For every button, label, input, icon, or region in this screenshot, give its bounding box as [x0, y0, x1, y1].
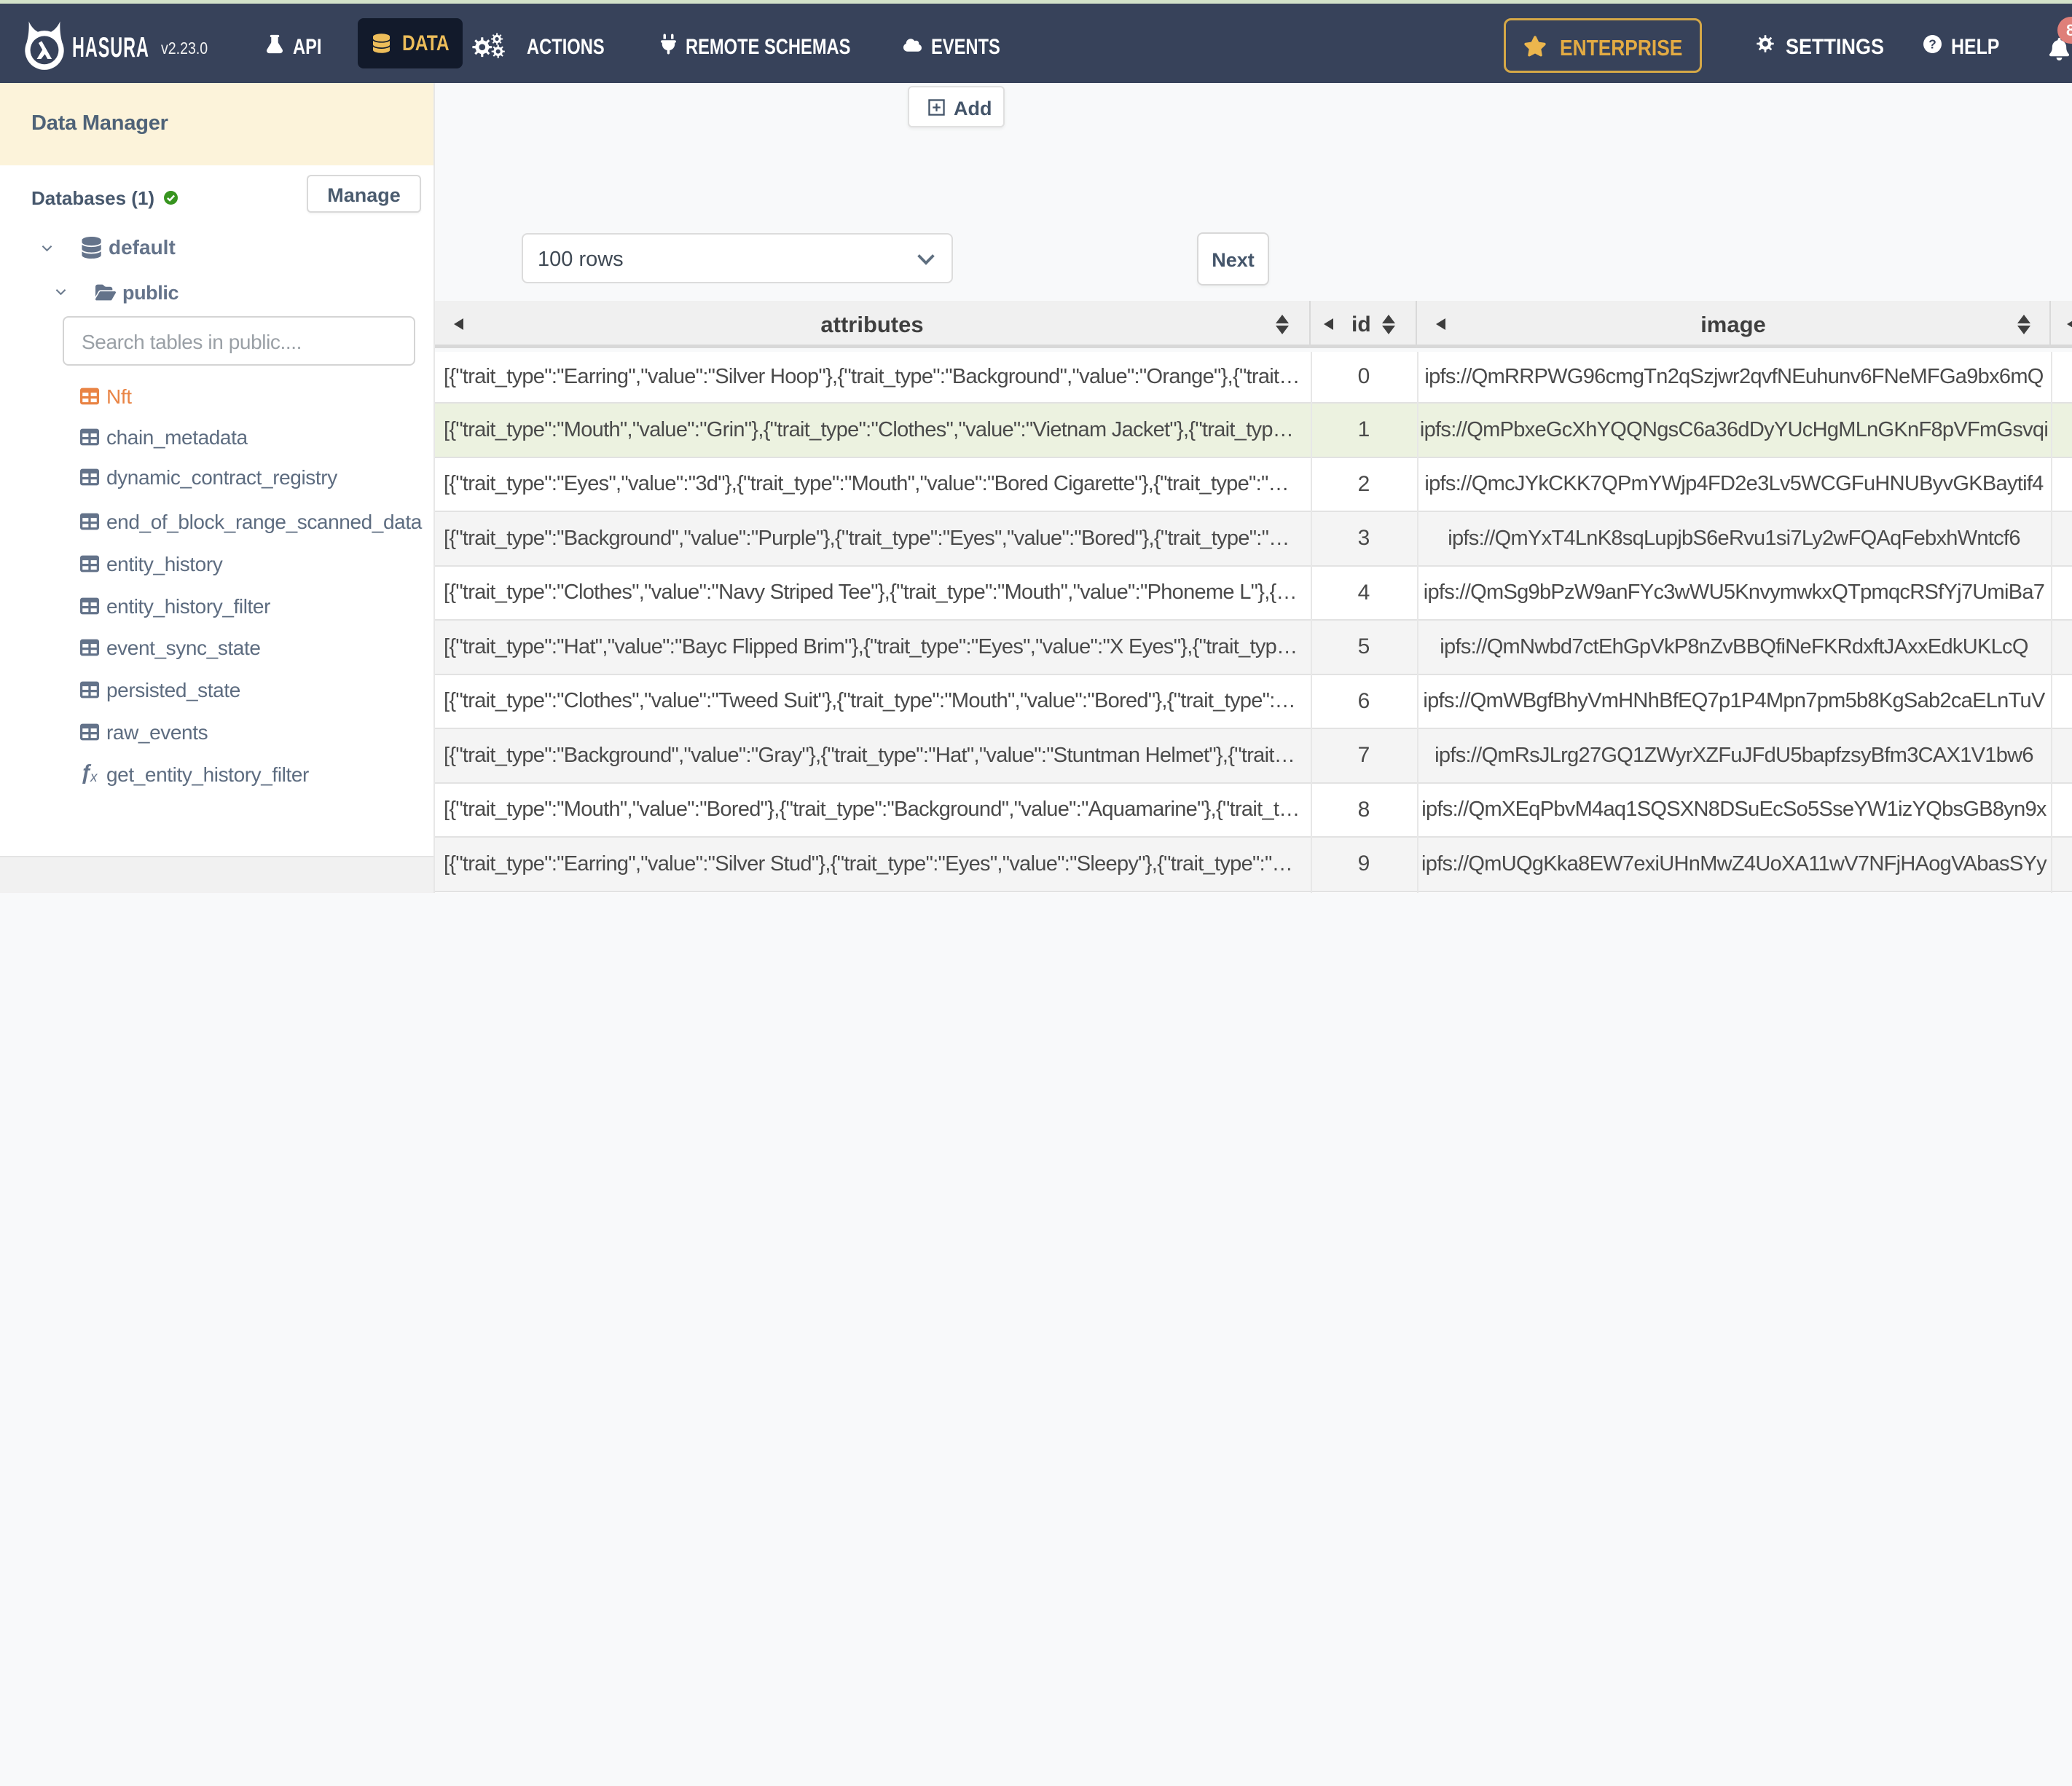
svg-text:?: ?	[1928, 36, 1936, 51]
